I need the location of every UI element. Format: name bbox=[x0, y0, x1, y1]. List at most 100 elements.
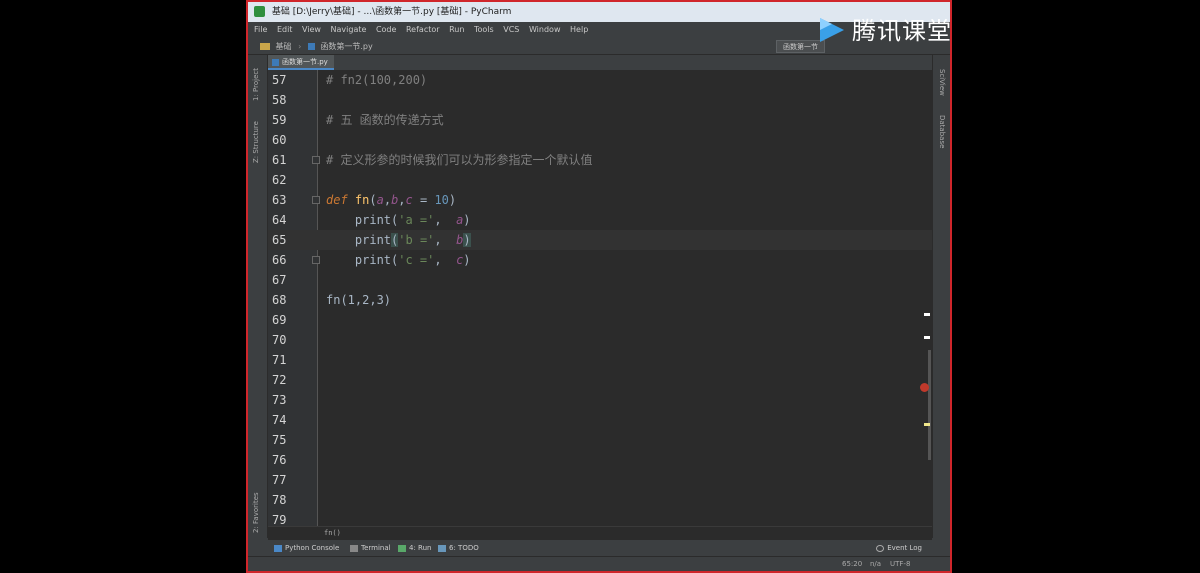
scroll-marker[interactable] bbox=[924, 423, 930, 426]
code-line[interactable]: 72 bbox=[268, 370, 932, 390]
code-token: 'c =' bbox=[398, 253, 435, 267]
pycharm-app-icon bbox=[254, 6, 265, 17]
code-line[interactable]: 59 # 五 函数的传递方式 bbox=[268, 110, 932, 130]
menu-tools[interactable]: Tools bbox=[474, 25, 494, 34]
scroll-marker[interactable] bbox=[924, 313, 930, 316]
code-text[interactable]: # fn2(100,200) bbox=[326, 70, 427, 90]
structure-tool-tab[interactable]: Z: Structure bbox=[252, 121, 260, 163]
menu-edit[interactable]: Edit bbox=[277, 25, 293, 34]
code-token: # 五 函数的传递方式 bbox=[326, 113, 444, 127]
code-line[interactable]: 79 bbox=[268, 510, 932, 526]
code-token: # 定义形参的时候我们可以为形参指定一个默认值 bbox=[326, 153, 593, 167]
todo-icon bbox=[438, 544, 446, 552]
event-log-icon bbox=[876, 544, 885, 552]
code-token: , bbox=[434, 233, 457, 247]
code-breadcrumb[interactable]: fn() bbox=[268, 526, 932, 540]
editor-tab-label: 函数第一节.py bbox=[282, 58, 328, 66]
menu-vcs[interactable]: VCS bbox=[503, 25, 519, 34]
line-number: 67 bbox=[272, 273, 287, 287]
event-log-button[interactable]: Event Log bbox=[876, 540, 922, 556]
scroll-marker[interactable] bbox=[924, 336, 930, 339]
favorites-tool-tab[interactable]: 2: Favorites bbox=[252, 492, 260, 533]
code-text[interactable]: print('b =', b) bbox=[326, 230, 471, 250]
file-encoding[interactable]: UTF-8 bbox=[890, 557, 910, 572]
code-token: fn bbox=[354, 193, 370, 207]
fold-marker-icon[interactable] bbox=[312, 256, 320, 264]
bottom-tool-window-bar: Event Log Python Console Terminal 4: Run 6:… bbox=[268, 540, 932, 556]
bottom-tool-1[interactable]: Terminal bbox=[350, 540, 391, 556]
python-file-icon bbox=[307, 43, 315, 50]
code-line[interactable]: 67 bbox=[268, 270, 932, 290]
bottom-tool-label: 4: Run bbox=[409, 544, 432, 552]
project-tool-tab[interactable]: 1: Project bbox=[252, 68, 260, 101]
code-line[interactable]: 70 bbox=[268, 330, 932, 350]
code-line[interactable]: 68 fn(1,2,3) bbox=[268, 290, 932, 310]
bottom-tool-2[interactable]: 4: Run bbox=[398, 540, 431, 556]
line-number: 74 bbox=[272, 413, 287, 427]
sciview-tool-tab[interactable]: SciView bbox=[938, 69, 946, 96]
code-text[interactable]: print('c =', c) bbox=[326, 250, 471, 270]
code-line[interactable]: 77 bbox=[268, 470, 932, 490]
code-line[interactable]: 64 print('a =', a) bbox=[268, 210, 932, 230]
fold-marker-icon[interactable] bbox=[312, 196, 320, 204]
code-line[interactable]: 75 bbox=[268, 430, 932, 450]
editor-tab-bar: 函数第一节.py bbox=[268, 55, 932, 70]
code-line[interactable]: 58 bbox=[268, 90, 932, 110]
line-number: 66 bbox=[272, 253, 287, 267]
code-text[interactable]: print('a =', a) bbox=[326, 210, 471, 230]
code-line[interactable]: 57 # fn2(100,200) bbox=[268, 70, 932, 90]
code-token: a bbox=[376, 193, 384, 207]
code-line[interactable]: 66 print('c =', c) bbox=[268, 250, 932, 270]
nav-file[interactable]: 函数第一节.py bbox=[320, 42, 372, 51]
cursor-position[interactable]: 65:20 bbox=[842, 557, 862, 572]
code-line[interactable]: 71 bbox=[268, 350, 932, 370]
menu-code[interactable]: Code bbox=[376, 25, 396, 34]
menu-navigate[interactable]: Navigate bbox=[331, 25, 367, 34]
code-line[interactable]: 74 bbox=[268, 410, 932, 430]
code-text[interactable]: # 定义形参的时候我们可以为形参指定一个默认值 bbox=[326, 150, 592, 170]
menu-help[interactable]: Help bbox=[570, 25, 588, 34]
code-editor[interactable]: 57 # fn2(100,200) 58 59 # 五 函数的传递方式 60 61 # 定义形… bbox=[268, 70, 932, 526]
database-tool-tab[interactable]: Database bbox=[938, 115, 946, 148]
code-token: 10 bbox=[434, 193, 449, 207]
line-number: 57 bbox=[272, 73, 287, 87]
menu-file[interactable]: File bbox=[254, 25, 267, 34]
line-number: 61 bbox=[272, 153, 287, 167]
line-number: 78 bbox=[272, 493, 287, 507]
line-separator[interactable]: n/a bbox=[870, 557, 881, 572]
terminal-icon bbox=[350, 544, 358, 552]
code-text[interactable]: def fn(a,b,c = 10) bbox=[326, 190, 456, 210]
line-number: 75 bbox=[272, 433, 287, 447]
code-token: , bbox=[398, 193, 406, 207]
code-line[interactable]: 61 # 定义形参的时候我们可以为形参指定一个默认值 bbox=[268, 150, 932, 170]
menu-run[interactable]: Run bbox=[449, 25, 464, 34]
nav-project[interactable]: 基础 bbox=[276, 42, 292, 51]
code-line[interactable]: 78 bbox=[268, 490, 932, 510]
fold-marker-icon[interactable] bbox=[312, 156, 320, 164]
run-icon bbox=[398, 544, 406, 552]
code-text[interactable]: fn(1,2,3) bbox=[326, 290, 391, 310]
code-line[interactable]: 63 def fn(a,b,c = 10) bbox=[268, 190, 932, 210]
menu-view[interactable]: View bbox=[302, 25, 321, 34]
code-line[interactable]: 62 bbox=[268, 170, 932, 190]
code-line[interactable]: 76 bbox=[268, 450, 932, 470]
code-token: ) bbox=[463, 213, 471, 227]
line-number: 72 bbox=[272, 373, 287, 387]
editor-tab[interactable]: 函数第一节.py bbox=[268, 55, 334, 70]
code-token: ( bbox=[369, 193, 377, 207]
menu-window[interactable]: Window bbox=[529, 25, 561, 34]
code-token: 'b =' bbox=[398, 233, 435, 247]
code-line[interactable]: 69 bbox=[268, 310, 932, 330]
code-token: ) bbox=[463, 233, 471, 247]
bottom-tool-0[interactable]: Python Console bbox=[274, 540, 339, 556]
menu-refactor[interactable]: Refactor bbox=[406, 25, 440, 34]
code-line[interactable]: 65 print('b =', b) bbox=[268, 230, 932, 250]
bottom-tool-3[interactable]: 6: TODO bbox=[438, 540, 479, 556]
code-line[interactable]: 73 bbox=[268, 390, 932, 410]
code-line[interactable]: 60 bbox=[268, 130, 932, 150]
python-console-icon bbox=[274, 544, 282, 552]
code-token: print( bbox=[326, 213, 399, 227]
line-number: 77 bbox=[272, 473, 287, 487]
code-text[interactable]: # 五 函数的传递方式 bbox=[326, 110, 444, 130]
tencent-classroom-logo-icon bbox=[820, 18, 844, 42]
